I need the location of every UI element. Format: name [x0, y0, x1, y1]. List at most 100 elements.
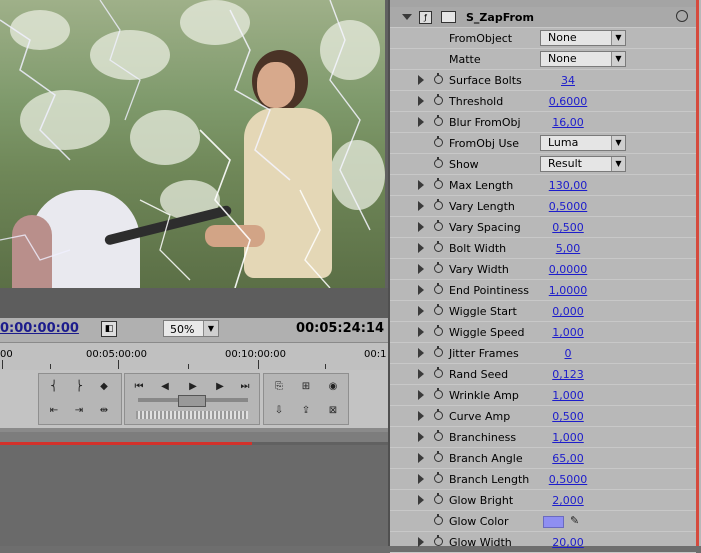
stopwatch-icon[interactable]: [434, 346, 443, 357]
twirl-icon[interactable]: [418, 243, 424, 253]
twirl-icon[interactable]: [418, 117, 424, 127]
param-value[interactable]: 5,00: [523, 242, 613, 255]
last-keyframe-icon[interactable]: ⎬: [69, 379, 89, 395]
timeline-track[interactable]: [0, 432, 388, 442]
twirl-icon[interactable]: [418, 495, 424, 505]
marker-icon[interactable]: ◆: [94, 379, 114, 395]
twirl-icon[interactable]: [418, 348, 424, 358]
twirl-icon[interactable]: [418, 327, 424, 337]
param-value[interactable]: 1,0000: [523, 284, 613, 297]
step-back-icon[interactable]: ◀: [155, 379, 175, 395]
render-icon[interactable]: ⎘: [269, 379, 289, 395]
param-value[interactable]: 0,0000: [523, 263, 613, 276]
effect-header[interactable]: ƒ S_ZapFrom: [390, 7, 696, 28]
stopwatch-icon[interactable]: [434, 367, 443, 378]
stopwatch-icon[interactable]: [434, 283, 443, 294]
stopwatch-icon[interactable]: [434, 178, 443, 189]
shuttle-slider-thumb[interactable]: [178, 395, 206, 407]
time-ruler[interactable]: 00 00:05:00:00 00:10:00:00 00:1: [0, 342, 388, 371]
play-icon[interactable]: ▶: [183, 379, 203, 395]
param-value[interactable]: 1,000: [523, 389, 613, 402]
twirl-icon[interactable]: [418, 411, 424, 421]
stopwatch-icon[interactable]: [434, 535, 443, 546]
param-value[interactable]: 0,123: [523, 368, 613, 381]
go-to-start-icon[interactable]: ⏮: [129, 379, 149, 395]
twirl-icon[interactable]: [418, 390, 424, 400]
grid-icon[interactable]: ⊠: [323, 403, 343, 419]
param-dropdown[interactable]: None ▼: [540, 51, 626, 67]
stopwatch-icon[interactable]: [434, 430, 443, 441]
zoom-select[interactable]: 50% ▼: [163, 320, 219, 337]
stopwatch-icon[interactable]: [434, 325, 443, 336]
stopwatch-icon[interactable]: [434, 514, 443, 525]
twirl-icon[interactable]: [418, 285, 424, 295]
composition-viewer[interactable]: [0, 0, 385, 288]
twirl-icon[interactable]: [418, 306, 424, 316]
loop-region-icon[interactable]: ⇹: [94, 403, 114, 419]
param-value[interactable]: 34: [523, 74, 613, 87]
region-of-interest-icon[interactable]: ⊞: [296, 379, 316, 395]
stopwatch-icon[interactable]: [434, 451, 443, 462]
param-value[interactable]: 20,00: [523, 536, 613, 549]
twirl-open-icon[interactable]: [402, 14, 412, 20]
twirl-icon[interactable]: [418, 432, 424, 442]
stopwatch-icon[interactable]: [434, 262, 443, 273]
param-value[interactable]: 0,500: [523, 410, 613, 423]
param-value[interactable]: 0,500: [523, 221, 613, 234]
first-keyframe-icon[interactable]: ⎨: [44, 379, 64, 395]
stopwatch-icon[interactable]: [434, 115, 443, 126]
stopwatch-icon[interactable]: [434, 136, 443, 147]
twirl-icon[interactable]: [418, 201, 424, 211]
fx-toggle-icon[interactable]: ƒ: [419, 11, 432, 24]
param-value[interactable]: 0,5000: [523, 473, 613, 486]
param-value[interactable]: 65,00: [523, 452, 613, 465]
param-dropdown[interactable]: Luma ▼: [540, 135, 626, 151]
param-value[interactable]: 0,000: [523, 305, 613, 318]
stopwatch-icon[interactable]: [434, 409, 443, 420]
stopwatch-icon[interactable]: [434, 241, 443, 252]
stopwatch-icon[interactable]: [434, 493, 443, 504]
stopwatch-icon[interactable]: [434, 199, 443, 210]
snapshot-icon[interactable]: ⇪: [296, 403, 316, 419]
param-value[interactable]: 0,6000: [523, 95, 613, 108]
param-label: Jitter Frames: [449, 347, 519, 360]
go-out-icon[interactable]: ⇥: [69, 403, 89, 419]
stopwatch-icon[interactable]: [434, 472, 443, 483]
param-value[interactable]: 16,00: [523, 116, 613, 129]
stopwatch-icon[interactable]: [434, 157, 443, 168]
param-value[interactable]: 0,5000: [523, 200, 613, 213]
step-forward-icon[interactable]: ▶: [210, 379, 230, 395]
param-dropdown[interactable]: None ▼: [540, 30, 626, 46]
param-value[interactable]: 1,000: [523, 431, 613, 444]
twirl-icon[interactable]: [418, 222, 424, 232]
dropdown-value: None: [548, 31, 577, 44]
ruler-tick: [118, 360, 119, 369]
twirl-icon[interactable]: [418, 75, 424, 85]
stopwatch-icon[interactable]: [434, 388, 443, 399]
color-swatch[interactable]: [543, 516, 564, 528]
export-frame-icon[interactable]: ⇩: [269, 403, 289, 419]
stopwatch-icon[interactable]: [434, 304, 443, 315]
twirl-icon[interactable]: [418, 96, 424, 106]
param-value[interactable]: 0: [523, 347, 613, 360]
twirl-icon[interactable]: [418, 369, 424, 379]
twirl-icon[interactable]: [418, 180, 424, 190]
stopwatch-icon[interactable]: [434, 73, 443, 84]
channel-icon[interactable]: ◉: [323, 379, 343, 395]
go-in-icon[interactable]: ⇤: [44, 403, 64, 419]
stopwatch-icon[interactable]: [434, 94, 443, 105]
current-time[interactable]: 0:00:00:00: [0, 321, 79, 336]
param-value[interactable]: 130,00: [523, 179, 613, 192]
param-value[interactable]: 1,000: [523, 326, 613, 339]
go-to-end-icon[interactable]: ⏭: [235, 379, 255, 395]
param-row: Threshold 0,6000: [390, 91, 696, 112]
eyedropper-icon[interactable]: ✎: [570, 514, 579, 527]
twirl-icon[interactable]: [418, 264, 424, 274]
stopwatch-icon[interactable]: [434, 220, 443, 231]
param-value[interactable]: 2,000: [523, 494, 613, 507]
param-dropdown[interactable]: Result ▼: [540, 156, 626, 172]
twirl-icon[interactable]: [418, 474, 424, 484]
twirl-icon[interactable]: [418, 453, 424, 463]
reset-icon[interactable]: [676, 10, 688, 22]
toggle-switches-icon[interactable]: ◧: [101, 321, 117, 337]
